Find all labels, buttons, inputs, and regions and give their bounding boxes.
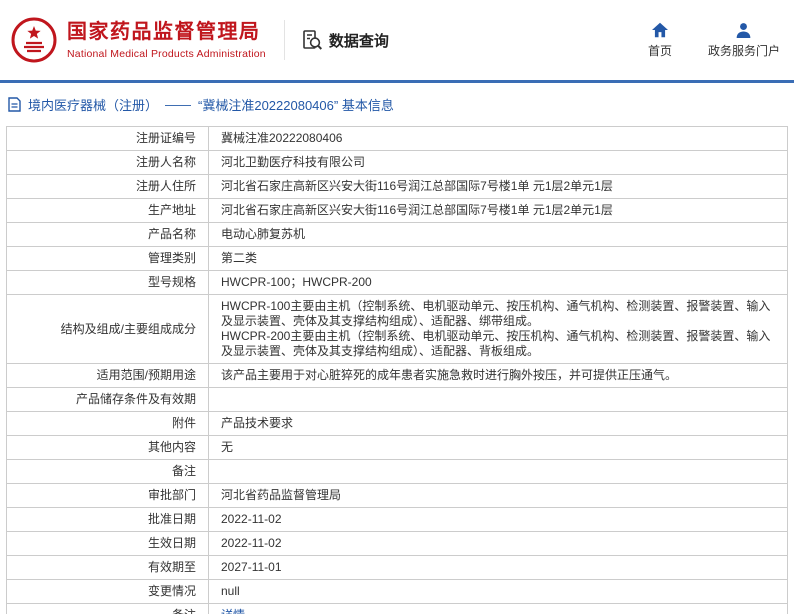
table-row: 产品名称 电动心肺复苏机 — [7, 223, 788, 247]
row-value: 河北省石家庄高新区兴安大街116号润江总部国际7号楼1单 元1层2单元1层 — [209, 199, 788, 223]
breadcrumb-current: “冀械注准20222080406” 基本信息 — [198, 95, 394, 114]
breadcrumb: 境内医疗器械（注册） —— “冀械注准20222080406” 基本信息 — [0, 83, 794, 124]
row-value: HWCPR-100；HWCPR-200 — [209, 271, 788, 295]
org-name-cn: 国家药品监督管理局 — [67, 20, 266, 44]
row-label: 附件 — [7, 412, 209, 436]
data-query-entry[interactable]: 数据查询 — [301, 29, 389, 51]
row-value: 第二类 — [209, 247, 788, 271]
table-row: 有效期至 2027-11-01 — [7, 556, 788, 580]
table-row: 备注 — [7, 460, 788, 484]
registration-info-table: 注册证编号 冀械注准20222080406 注册人名称 河北卫勤医疗科技有限公司… — [6, 126, 788, 614]
row-value: 详情 — [209, 604, 788, 614]
row-label: 产品储存条件及有效期 — [7, 388, 209, 412]
nav-home[interactable]: 首页 — [648, 22, 672, 59]
table-row: 生产地址 河北省石家庄高新区兴安大街116号润江总部国际7号楼1单 元1层2单元… — [7, 199, 788, 223]
row-label: 有效期至 — [7, 556, 209, 580]
table-row: 生效日期 2022-11-02 — [7, 532, 788, 556]
table-row: 结构及组成/主要组成成分 HWCPR-100主要由主机（控制系统、电机驱动单元、… — [7, 295, 788, 364]
row-label: 型号规格 — [7, 271, 209, 295]
row-value: 2022-11-02 — [209, 532, 788, 556]
site-header: 国家药品监督管理局 National Medical Products Admi… — [0, 0, 794, 80]
table-row: 附件 产品技术要求 — [7, 412, 788, 436]
row-label: 产品名称 — [7, 223, 209, 247]
table-row: 审批部门 河北省药品监督管理局 — [7, 484, 788, 508]
row-label: 注册人住所 — [7, 175, 209, 199]
table-row: 注册证编号 冀械注准20222080406 — [7, 127, 788, 151]
row-value: 2027-11-01 — [209, 556, 788, 580]
row-value: 产品技术要求 — [209, 412, 788, 436]
row-label: 管理类别 — [7, 247, 209, 271]
row-value: null — [209, 580, 788, 604]
table-row: 产品储存条件及有效期 — [7, 388, 788, 412]
row-label: 备注 — [7, 604, 209, 614]
national-emblem-icon — [10, 16, 58, 64]
row-value: 河北省石家庄高新区兴安大街116号润江总部国际7号楼1单 元1层2单元1层 — [209, 175, 788, 199]
row-value: 河北卫勤医疗科技有限公司 — [209, 151, 788, 175]
row-value: 无 — [209, 436, 788, 460]
table-row: 注册人名称 河北卫勤医疗科技有限公司 — [7, 151, 788, 175]
row-label: 结构及组成/主要组成成分 — [7, 295, 209, 364]
row-value: HWCPR-100主要由主机（控制系统、电机驱动单元、按压机构、通气机构、检测装… — [209, 295, 788, 364]
row-label: 适用范围/预期用途 — [7, 364, 209, 388]
org-names: 国家药品监督管理局 National Medical Products Admi… — [67, 20, 266, 60]
row-label: 注册人名称 — [7, 151, 209, 175]
row-label: 变更情况 — [7, 580, 209, 604]
data-query-label: 数据查询 — [329, 30, 389, 51]
row-value: 河北省药品监督管理局 — [209, 484, 788, 508]
row-label: 其他内容 — [7, 436, 209, 460]
info-table-body: 注册证编号 冀械注准20222080406 注册人名称 河北卫勤医疗科技有限公司… — [7, 127, 788, 614]
home-icon — [651, 22, 669, 38]
row-label: 注册证编号 — [7, 127, 209, 151]
row-value — [209, 388, 788, 412]
row-value: 冀械注准20222080406 — [209, 127, 788, 151]
row-value: 电动心肺复苏机 — [209, 223, 788, 247]
row-label: 批准日期 — [7, 508, 209, 532]
data-query-icon — [301, 29, 323, 51]
breadcrumb-separator: —— — [165, 97, 191, 112]
nav-portal[interactable]: 政务服务门户 — [708, 22, 780, 59]
user-icon — [735, 22, 752, 38]
table-row: 批准日期 2022-11-02 — [7, 508, 788, 532]
row-value: 该产品主要用于对心脏猝死的成年患者实施急救时进行胸外按压，并可提供正压通气。 — [209, 364, 788, 388]
table-row: 型号规格 HWCPR-100；HWCPR-200 — [7, 271, 788, 295]
org-name-en: National Medical Products Administration — [67, 48, 266, 60]
nav-home-label: 首页 — [648, 42, 672, 59]
detail-link[interactable]: 详情 — [221, 608, 245, 614]
header-divider — [284, 20, 285, 60]
row-label: 审批部门 — [7, 484, 209, 508]
nav-portal-label: 政务服务门户 — [708, 42, 780, 59]
table-row: 变更情况 null — [7, 580, 788, 604]
nmpa-logo[interactable]: 国家药品监督管理局 National Medical Products Admi… — [10, 16, 266, 64]
table-row: 注册人住所 河北省石家庄高新区兴安大街116号润江总部国际7号楼1单 元1层2单… — [7, 175, 788, 199]
table-row: 其他内容 无 — [7, 436, 788, 460]
table-row: 管理类别 第二类 — [7, 247, 788, 271]
breadcrumb-section[interactable]: 境内医疗器械（注册） — [28, 95, 158, 114]
row-label: 生效日期 — [7, 532, 209, 556]
table-row: 备注 详情 — [7, 604, 788, 614]
row-value: 2022-11-02 — [209, 508, 788, 532]
row-value — [209, 460, 788, 484]
row-label: 生产地址 — [7, 199, 209, 223]
document-icon — [8, 97, 21, 112]
row-label: 备注 — [7, 460, 209, 484]
table-row: 适用范围/预期用途 该产品主要用于对心脏猝死的成年患者实施急救时进行胸外按压，并… — [7, 364, 788, 388]
